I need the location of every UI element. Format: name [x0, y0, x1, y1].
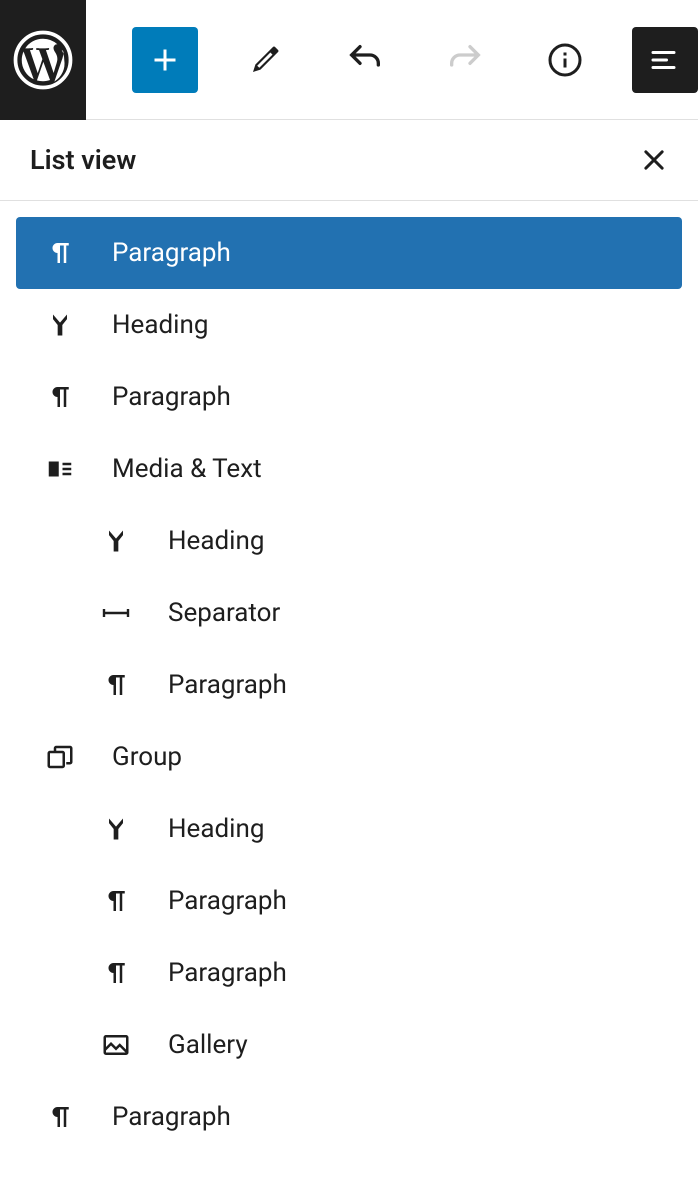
block-item-label: Paragraph — [112, 382, 231, 412]
block-item-label: Heading — [112, 310, 208, 340]
heading-icon — [100, 525, 132, 557]
plus-icon — [147, 42, 183, 78]
info-icon — [547, 42, 583, 78]
block-list: Paragraph Heading Paragraph Media & Text Hea… — [0, 201, 698, 1169]
block-item-paragraph[interactable]: Paragraph — [16, 1081, 682, 1153]
paragraph-icon — [44, 381, 76, 413]
block-item-heading[interactable]: Heading — [16, 793, 682, 865]
add-block-button[interactable] — [132, 27, 198, 93]
list-view-button[interactable] — [632, 27, 698, 93]
block-item-paragraph[interactable]: Paragraph — [16, 649, 682, 721]
block-item-label: Paragraph — [168, 958, 287, 988]
block-item-label: Separator — [168, 598, 280, 628]
block-item-gallery[interactable]: Gallery — [16, 1009, 682, 1081]
separator-icon — [100, 597, 132, 629]
block-item-group[interactable]: Group — [16, 721, 682, 793]
media-text-icon — [44, 453, 76, 485]
block-item-label: Heading — [168, 814, 264, 844]
wordpress-logo[interactable] — [0, 0, 86, 120]
redo-button[interactable] — [432, 27, 498, 93]
pencil-icon — [247, 42, 283, 78]
heading-icon — [100, 813, 132, 845]
block-item-media-text[interactable]: Media & Text — [16, 433, 682, 505]
close-icon — [640, 146, 668, 174]
wordpress-icon — [13, 30, 73, 90]
block-item-heading[interactable]: Heading — [16, 505, 682, 577]
paragraph-icon — [44, 1101, 76, 1133]
editor-toolbar — [0, 0, 698, 120]
gallery-icon — [100, 1029, 132, 1061]
panel-header: List view — [0, 120, 698, 201]
undo-button[interactable] — [332, 27, 398, 93]
block-item-heading[interactable]: Heading — [16, 289, 682, 361]
block-item-separator[interactable]: Separator — [16, 577, 682, 649]
paragraph-icon — [44, 237, 76, 269]
block-item-label: Paragraph — [168, 670, 287, 700]
paragraph-icon — [100, 669, 132, 701]
block-item-label: Group — [112, 742, 182, 772]
edit-button[interactable] — [232, 27, 298, 93]
heading-icon — [44, 309, 76, 341]
block-item-paragraph[interactable]: Paragraph — [16, 937, 682, 1009]
block-item-label: Paragraph — [112, 1102, 231, 1132]
redo-icon — [445, 40, 485, 80]
block-item-label: Gallery — [168, 1030, 248, 1060]
block-item-paragraph[interactable]: Paragraph — [16, 217, 682, 289]
paragraph-icon — [100, 885, 132, 917]
block-item-paragraph[interactable]: Paragraph — [16, 361, 682, 433]
block-item-label: Paragraph — [112, 238, 231, 268]
block-item-label: Paragraph — [168, 886, 287, 916]
close-panel-button[interactable] — [640, 146, 668, 174]
paragraph-icon — [100, 957, 132, 989]
panel-title: List view — [30, 144, 136, 176]
toolbar-buttons — [86, 27, 698, 93]
group-icon — [44, 741, 76, 773]
info-button[interactable] — [532, 27, 598, 93]
undo-icon — [345, 40, 385, 80]
list-view-icon — [647, 42, 683, 78]
block-item-paragraph[interactable]: Paragraph — [16, 865, 682, 937]
block-item-label: Heading — [168, 526, 264, 556]
block-item-label: Media & Text — [112, 454, 262, 484]
